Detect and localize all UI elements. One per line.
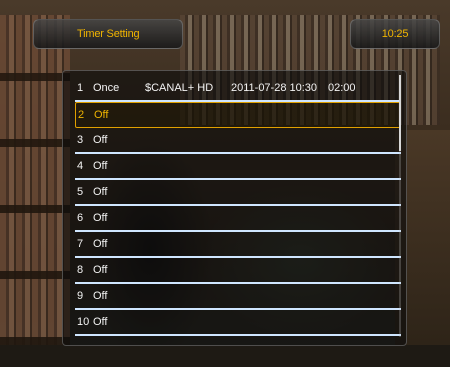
timer-mode: Off [94, 109, 109, 121]
title-bar: Timer Setting [33, 19, 183, 49]
timer-list: 1 Once $CANAL+ HD 2011-07-28 10:30 02:00… [75, 76, 401, 336]
timer-index: 9 [77, 290, 84, 302]
timer-datetime: 2011-07-28 10:30 [231, 82, 318, 94]
timer-mode: Once [93, 82, 120, 94]
clock-display: 10:25 [350, 19, 440, 49]
timer-index: 6 [77, 212, 84, 224]
timer-mode: Off [93, 160, 108, 172]
timer-index: 4 [77, 160, 84, 172]
timer-mode: Off [93, 264, 108, 276]
timer-row-2[interactable]: 2 Off [75, 102, 401, 128]
timer-row-8[interactable]: 8 Off [75, 258, 401, 284]
timer-index: 2 [78, 109, 85, 121]
timer-row-9[interactable]: 9 Off [75, 284, 401, 310]
timer-mode: Off [93, 290, 108, 302]
timer-mode: Off [93, 238, 108, 250]
timer-duration: 02:00 [328, 82, 356, 94]
timer-list-panel: 1 Once $CANAL+ HD 2011-07-28 10:30 02:00… [62, 70, 407, 346]
timer-row-7[interactable]: 7 Off [75, 232, 401, 258]
timer-index: 7 [77, 238, 84, 250]
bottom-band [0, 345, 450, 367]
bookshelf-left [0, 15, 70, 345]
timer-index: 1 [77, 82, 84, 94]
timer-mode: Off [93, 212, 108, 224]
timer-row-6[interactable]: 6 Off [75, 206, 401, 232]
scrollbar-thumb[interactable] [399, 75, 401, 151]
timer-index: 5 [77, 186, 84, 198]
timer-index: 10 [77, 316, 90, 328]
scrollbar[interactable] [399, 75, 401, 337]
timer-row-4[interactable]: 4 Off [75, 154, 401, 180]
timer-row-10[interactable]: 10 Off [75, 310, 401, 336]
timer-mode: Off [93, 316, 108, 328]
clock-time: 10:25 [381, 28, 409, 40]
timer-row-1[interactable]: 1 Once $CANAL+ HD 2011-07-28 10:30 02:00 [75, 76, 401, 102]
timer-row-5[interactable]: 5 Off [75, 180, 401, 206]
timer-row-3[interactable]: 3 Off [75, 128, 401, 154]
timer-channel: $CANAL+ HD [145, 82, 214, 94]
timer-mode: Off [93, 186, 108, 198]
timer-mode: Off [93, 134, 108, 146]
screen-title: Timer Setting [77, 28, 140, 40]
timer-index: 8 [77, 264, 84, 276]
timer-index: 3 [77, 134, 84, 146]
